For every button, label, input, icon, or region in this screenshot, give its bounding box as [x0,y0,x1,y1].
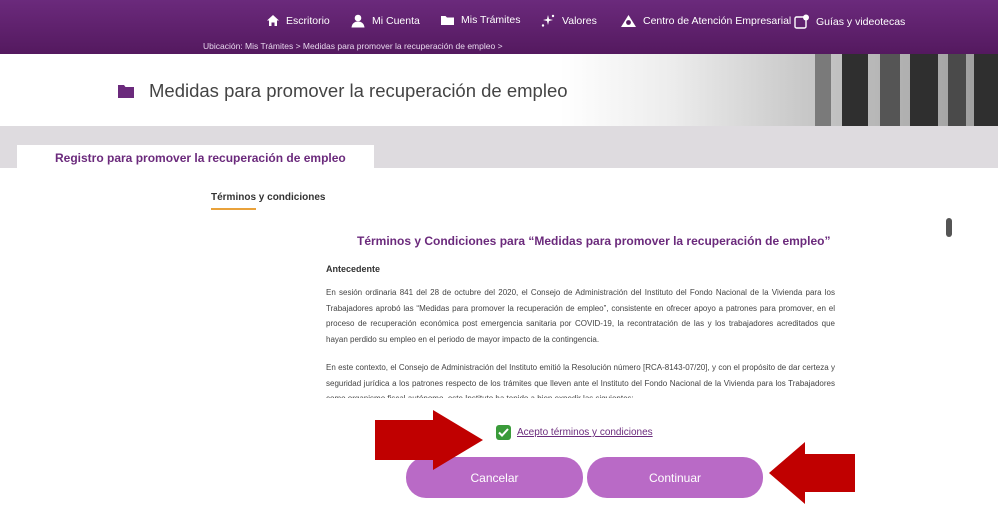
sparkle-icon [541,14,555,27]
terms-paragraph: En este contexto, el Consejo de Administ… [326,363,835,398]
terms-title: Términos y Condiciones para “Medidas par… [357,234,831,248]
nav-item-mis-tramites[interactable]: Mis Trámites [440,14,521,26]
nav-item-mi-cuenta[interactable]: Mi Cuenta [350,14,420,28]
nav-label: Mis Trámites [461,14,521,26]
support-icon [621,15,636,27]
folder-icon [118,85,134,98]
home-icon [267,15,279,26]
scrollbar-thumb[interactable] [946,218,952,237]
nav-label: Guías y videotecas [816,15,906,28]
section-heading: Antecedente [326,264,381,274]
accept-label[interactable]: Acepto términos y condiciones [517,427,653,438]
nav-item-escritorio[interactable]: Escritorio [266,14,330,27]
tab-registro[interactable]: Registro para promover la recuperación d… [17,145,374,168]
arrow-right-icon [375,410,483,470]
nav-label: Centro de Atención Empresarial [643,15,792,27]
user-icon [351,14,365,28]
terms-paragraph: En sesión ordinaria 841 del 28 de octubr… [326,288,835,344]
nav-label: Valores [562,15,597,27]
nav-label: Escritorio [286,14,330,27]
accept-checkbox[interactable] [496,425,511,440]
banner-photo [560,54,998,126]
continue-button[interactable]: Continuar [587,457,763,498]
subtab-terminos[interactable]: Términos y condiciones [211,192,325,203]
page-title: Medidas para promover la recuperación de… [149,80,568,101]
nav-label: Mi Cuenta [372,15,420,27]
nav-item-guias[interactable]: Guías y videotecas [794,14,905,29]
accept-terms-control[interactable]: Acepto términos y condiciones [496,425,653,440]
guide-icon [794,14,809,29]
top-nav-bar: Escritorio Mi Cuenta Mis Trámites Valore… [0,0,998,54]
nav-item-valores[interactable]: Valores [540,14,597,28]
breadcrumb: Ubicación: Mis Trámites > Medidas para p… [203,41,503,51]
check-icon [498,428,509,437]
page-title-group: Medidas para promover la recuperación de… [117,80,568,102]
nav-item-centro-atencion[interactable]: Centro de Atención Empresarial [620,14,791,28]
subtab-active-indicator [211,208,256,210]
folder-icon [441,16,454,25]
arrow-left-icon [769,442,855,504]
